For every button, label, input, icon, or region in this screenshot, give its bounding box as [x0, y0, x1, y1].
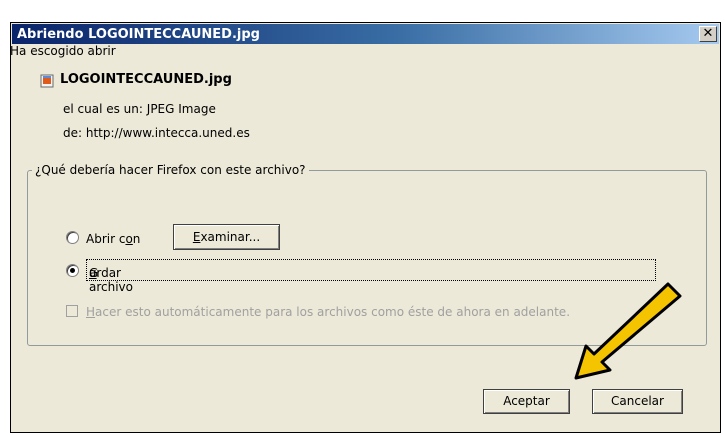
window-title: Abriendo LOGOINTECCAUNED.jpg [17, 27, 260, 42]
chosen-to-open-label: Ha escogido abrir [10, 44, 116, 58]
file-name: LOGOINTECCAUNED.jpg [60, 72, 232, 87]
save-file-radio[interactable] [66, 264, 79, 277]
file-source-url: http://www.intecca.uned.es [85, 126, 250, 140]
action-group-label: ¿Qué debería hacer Firefox con este arch… [32, 163, 309, 177]
file-source-label: de: [63, 126, 83, 140]
pointer-arrow-icon [574, 282, 682, 380]
file-source-line: de: http://www.intecca.uned.es [63, 126, 250, 140]
auto-action-label: Hacer esto automáticamente para los arch… [86, 305, 571, 319]
file-type-value: JPEG Image [146, 102, 216, 116]
cancel-button[interactable]: Cancelar [592, 389, 683, 414]
jpeg-file-icon [40, 74, 54, 88]
open-with-label[interactable]: Abrir con [86, 232, 140, 246]
accept-button[interactable]: Aceptar [483, 389, 570, 414]
close-icon[interactable]: ✕ [699, 26, 717, 42]
browse-button[interactable]: Examinar... [173, 224, 280, 250]
arrow-shape [574, 282, 682, 380]
auto-action-checkbox[interactable] [66, 305, 78, 317]
file-type-label: el cual es un: [63, 102, 143, 116]
file-type-line: el cual es un: JPEG Image [63, 102, 216, 116]
title-bar[interactable]: Abriendo LOGOINTECCAUNED.jpg ✕ [12, 24, 719, 44]
open-with-radio[interactable] [66, 231, 79, 244]
